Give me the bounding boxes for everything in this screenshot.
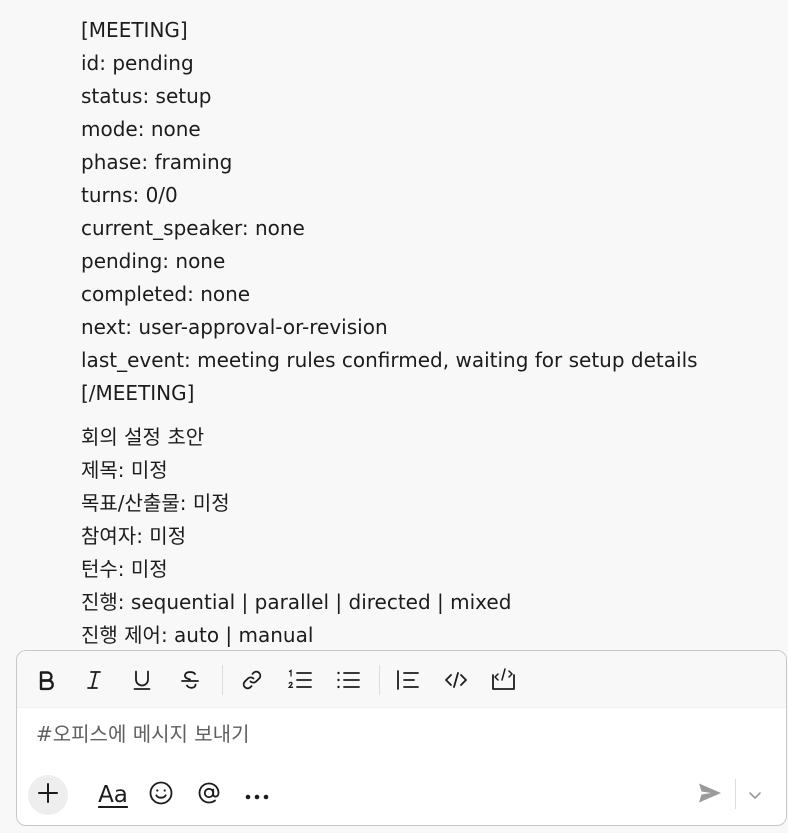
underline-icon bbox=[131, 669, 153, 691]
meeting-line: phase: framing bbox=[81, 150, 233, 174]
draft-line: 제목: 미정 bbox=[81, 458, 168, 482]
send-button[interactable] bbox=[690, 775, 730, 815]
emoji-icon bbox=[148, 780, 174, 810]
meeting-line: pending: none bbox=[81, 249, 226, 273]
draft-line: 턴수: 미정 bbox=[81, 557, 168, 581]
bold-icon bbox=[35, 669, 57, 691]
format-toolbar bbox=[17, 651, 786, 708]
chevron-down-icon bbox=[747, 786, 763, 805]
plus-icon bbox=[37, 782, 59, 808]
draft-line: 목표/산출물: 미정 bbox=[81, 491, 230, 515]
mention-button[interactable] bbox=[189, 775, 229, 815]
text-format-icon: Aa bbox=[98, 782, 128, 808]
bold-button[interactable] bbox=[29, 663, 63, 697]
send-icon bbox=[697, 781, 723, 809]
attach-button[interactable] bbox=[28, 775, 68, 815]
strikethrough-icon bbox=[179, 669, 201, 691]
send-divider bbox=[735, 779, 736, 809]
mention-icon bbox=[196, 780, 222, 810]
strikethrough-button[interactable] bbox=[173, 663, 207, 697]
blockquote-button[interactable] bbox=[391, 663, 425, 697]
more-options-button[interactable] bbox=[237, 775, 277, 815]
draft-block: 회의 설정 초안 제목: 미정 목표/산출물: 미정 참여자: 미정 턴수: 미… bbox=[81, 421, 771, 650]
meeting-line: [MEETING] bbox=[81, 18, 188, 42]
meeting-block: [MEETING] id: pending status: setup mode… bbox=[81, 14, 771, 410]
meeting-line: next: user-approval-or-revision bbox=[81, 315, 388, 339]
meeting-line: last_event: meeting rules confirmed, wai… bbox=[81, 348, 698, 372]
meeting-line: [/MEETING] bbox=[81, 381, 195, 405]
meeting-line: turns: 0/0 bbox=[81, 183, 178, 207]
block-gap bbox=[81, 410, 771, 421]
message-composer: Aa bbox=[16, 650, 787, 826]
bulleted-list-button[interactable] bbox=[331, 663, 365, 697]
send-options-button[interactable] bbox=[737, 775, 773, 815]
text-format-button[interactable]: Aa bbox=[93, 775, 133, 815]
ordered-list-button[interactable] bbox=[283, 663, 317, 697]
code-button[interactable] bbox=[439, 663, 473, 697]
blockquote-icon bbox=[395, 668, 421, 692]
link-button[interactable] bbox=[235, 663, 269, 697]
draft-line: 진행 제어: auto | manual bbox=[81, 623, 314, 647]
italic-icon bbox=[83, 669, 105, 691]
code-icon bbox=[443, 668, 469, 692]
draft-line: 진행: sequential | parallel | directed | m… bbox=[81, 590, 512, 614]
message-input[interactable] bbox=[36, 722, 656, 746]
bulleted-list-icon bbox=[335, 668, 361, 692]
emoji-button[interactable] bbox=[141, 775, 181, 815]
page: [MEETING] id: pending status: setup mode… bbox=[0, 0, 788, 833]
draft-line: 참여자: 미정 bbox=[81, 524, 187, 548]
toolbar-divider bbox=[379, 665, 380, 695]
message-input-area[interactable] bbox=[17, 709, 786, 761]
toolbar-divider bbox=[222, 665, 223, 695]
code-block-icon bbox=[490, 667, 518, 693]
italic-button[interactable] bbox=[77, 663, 111, 697]
message-body: [MEETING] id: pending status: setup mode… bbox=[81, 14, 771, 650]
meeting-line: current_speaker: none bbox=[81, 216, 305, 240]
meeting-line: mode: none bbox=[81, 117, 201, 141]
meeting-line: completed: none bbox=[81, 282, 251, 306]
underline-button[interactable] bbox=[125, 663, 159, 697]
link-icon bbox=[240, 668, 264, 692]
code-block-button[interactable] bbox=[487, 663, 521, 697]
draft-line: 회의 설정 초안 bbox=[81, 425, 205, 449]
composer-bottom-bar: Aa bbox=[17, 769, 786, 821]
ordered-list-icon bbox=[287, 668, 313, 692]
meeting-line: id: pending bbox=[81, 51, 194, 75]
meeting-line: status: setup bbox=[81, 84, 212, 108]
more-icon bbox=[244, 786, 270, 805]
